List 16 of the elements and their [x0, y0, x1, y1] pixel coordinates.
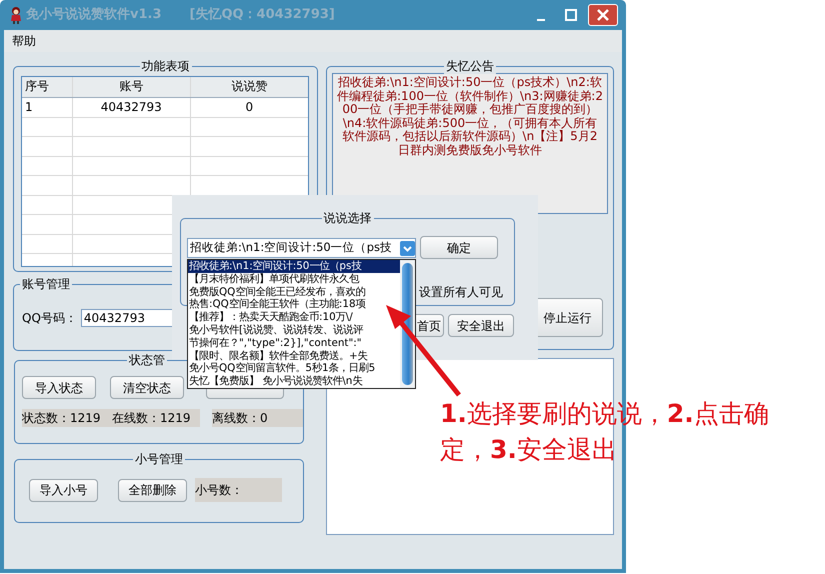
group-title: 失忆公告	[444, 59, 496, 74]
group-title: 状态管	[127, 353, 167, 368]
window-title: 免小号说说赞软件v1.3	[26, 6, 162, 24]
checkbox-label: 设置所有人可见	[419, 284, 503, 301]
table-cell-text: 0	[244, 99, 254, 116]
offline-count: 离线数：0	[212, 409, 303, 427]
status-count: 状态数：1219 在线数：1219	[22, 409, 200, 427]
table-cell: 1	[22, 98, 73, 116]
group-title: 账号管理	[20, 277, 72, 292]
table-cell: 40432793	[73, 98, 191, 116]
group-title: 功能表项	[140, 59, 192, 74]
qq-label: QQ号码：	[22, 310, 77, 327]
group-title: 小号管理	[133, 452, 185, 467]
group-title: 说说选择	[322, 211, 374, 226]
window-subtitle: [失忆QQ：40432793]	[190, 6, 335, 24]
alt-account-count: 小号数：	[195, 478, 282, 502]
